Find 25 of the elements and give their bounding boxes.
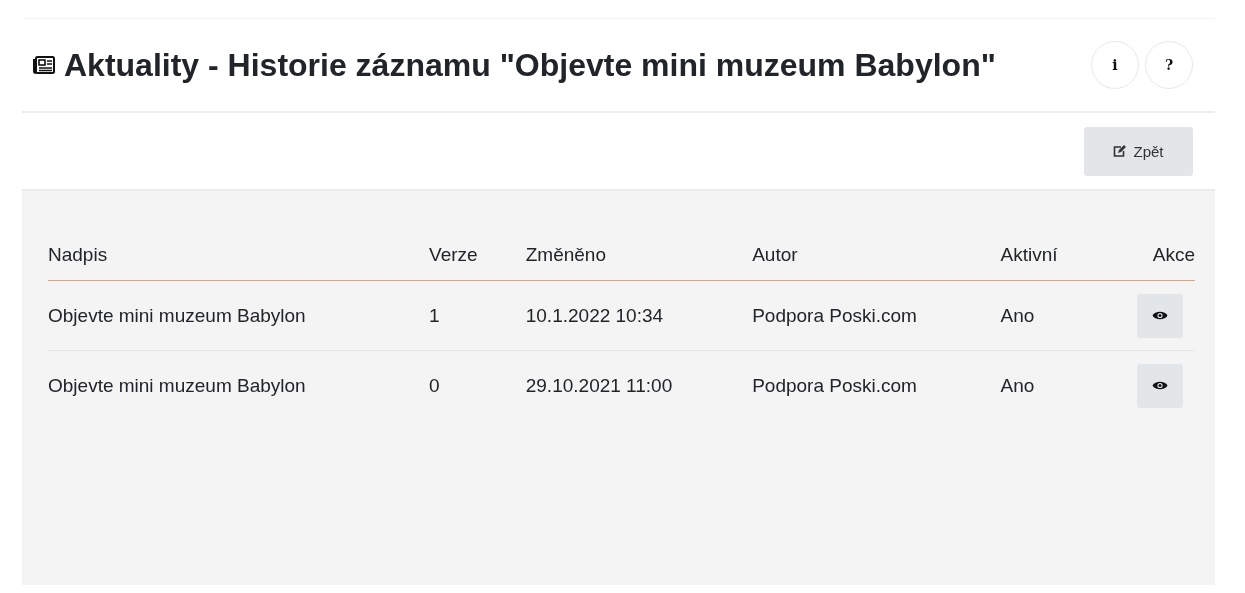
column-header: Nadpis <box>48 243 430 281</box>
table-cell: Objevte mini muzeum Babylon <box>48 350 430 420</box>
table-cell: Podpora Poski.com <box>752 280 1001 351</box>
table-cell: 0 <box>429 350 526 420</box>
help-button[interactable]: ? <box>1145 41 1193 89</box>
table-cell: 1 <box>429 280 526 351</box>
eye-icon <box>1152 380 1168 391</box>
table-cell: 29.10.2021 11:00 <box>525 350 753 420</box>
table-cell: 10.1.2022 10:34 <box>525 280 753 351</box>
view-button[interactable] <box>1137 293 1183 338</box>
info-button[interactable]: i <box>1091 41 1139 89</box>
column-header: Změněno <box>525 243 753 281</box>
edit-icon <box>1113 145 1127 157</box>
table-cell: Podpora Poski.com <box>752 350 1001 420</box>
table-cell: Ano <box>1000 350 1137 420</box>
view-button[interactable] <box>1137 363 1183 408</box>
column-header: Verze <box>429 243 526 281</box>
column-header: Aktivní <box>1000 243 1137 281</box>
page-title: Aktuality - Historie záznamu "Objevte mini muzeum Babylon" <box>64 46 996 84</box>
column-header: Autor <box>752 243 1001 281</box>
back-button[interactable]: Zpět <box>1084 126 1193 176</box>
newspaper-icon <box>32 55 56 75</box>
table-cell: Objevte mini muzeum Babylon <box>48 280 430 351</box>
eye-icon <box>1152 310 1168 321</box>
column-header: Akce <box>1137 243 1195 281</box>
